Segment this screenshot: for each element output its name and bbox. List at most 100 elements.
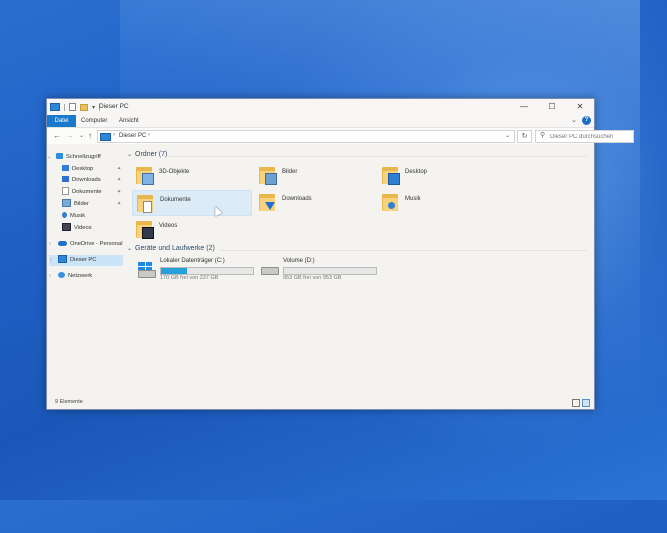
folder-tile[interactable]: Musik [378, 190, 496, 214]
sidebar-item-label: Desktop [72, 166, 94, 172]
sidebar-item-schnellzugriff[interactable]: ⌄ Schnellzugriff [47, 152, 101, 163]
expand-ribbon-icon[interactable]: ⌄ [571, 116, 577, 124]
documents-icon [62, 187, 69, 196]
refresh-button[interactable]: ↻ [517, 130, 532, 143]
tab-datei[interactable]: Datei [47, 115, 76, 127]
sidebar-item-onedrive[interactable]: › OneDrive - Personal [49, 239, 123, 250]
sidebar-item-dokumente[interactable]: Dokumente ✦ [62, 187, 124, 198]
sidebar-item-label: Dokumente [72, 189, 102, 195]
this-pc-icon [50, 103, 60, 111]
ribbon-tabs: Datei Computer Ansicht ⌄ ? [47, 115, 594, 128]
content-pane: ⌄ Ordner (7) 3D-Objekte Bilder Desktop Do… [127, 147, 592, 393]
hard-drive-icon [261, 262, 279, 275]
drive-tile[interactable]: Volume (D:) 953 GB frei von 953 GB [255, 257, 380, 283]
new-folder-icon[interactable] [80, 103, 88, 111]
this-pc-icon [100, 133, 111, 141]
folder-music-icon [382, 192, 398, 211]
sidebar-item-label: Musik [70, 213, 86, 219]
folder-videos-icon [136, 219, 154, 239]
network-icon [58, 272, 65, 279]
expand-icon[interactable]: › [49, 271, 51, 282]
recent-locations-icon[interactable]: ⌄ [79, 131, 84, 141]
explorer-window: ▾ Dieser PC — ☐ ✕ Datei Computer Ansicht… [46, 98, 634, 410]
breadcrumb-chevron-icon[interactable]: › [148, 132, 150, 138]
sidebar-item-desktop[interactable]: Desktop ✦ [62, 164, 124, 175]
minimize-button[interactable]: — [510, 99, 538, 115]
desktop-icon [62, 165, 69, 172]
pin-icon: ✦ [117, 166, 122, 172]
pictures-icon [62, 199, 71, 208]
sidebar-item-label: Downloads [72, 177, 101, 183]
chevron-down-icon[interactable]: ⌄ [127, 246, 132, 252]
maximize-button[interactable]: ☐ [538, 99, 566, 115]
downloads-icon [62, 176, 69, 183]
videos-icon [62, 223, 71, 232]
item-count: 9 Elemente [55, 399, 83, 405]
up-arrow-icon[interactable]: ↑ [88, 131, 92, 141]
sidebar-item-label: Dieser PC [70, 257, 97, 263]
expand-icon[interactable]: › [49, 239, 51, 250]
sidebar-item-musik[interactable]: Musik [62, 211, 85, 222]
address-history-icon[interactable]: ⌄ [505, 132, 510, 139]
sidebar-item-netzwerk[interactable]: › Netzwerk [49, 271, 92, 282]
drive-usage-bar [283, 267, 377, 275]
breadcrumb[interactable]: Dieser PC [119, 133, 146, 139]
chevron-down-icon[interactable]: ⌄ [127, 152, 132, 158]
sidebar-item-bilder[interactable]: Bilder ✦ [62, 199, 124, 210]
toolbar-divider [64, 103, 65, 111]
quick-access-toolbar: ▾ [50, 103, 101, 111]
drive-tile[interactable]: Lokaler Datenträger (C:) 170 GB frei von… [132, 257, 257, 283]
onedrive-icon [58, 240, 67, 246]
address-bar[interactable]: › Dieser PC › ⌄ [97, 130, 515, 143]
expand-icon[interactable]: › [50, 255, 52, 266]
details-view-icon[interactable] [572, 399, 580, 407]
star-icon [56, 153, 63, 160]
system-drive-icon [138, 262, 156, 278]
search-box[interactable]: ⚲ [535, 130, 634, 143]
group-header-geraete[interactable]: ⌄ Geräte und Laufwerke (2) [127, 245, 215, 252]
folder-pictures-icon [259, 165, 277, 185]
folder-desktop-icon [382, 165, 400, 185]
folder-tile[interactable]: Bilder [255, 163, 373, 187]
breadcrumb-chevron-icon[interactable]: › [113, 132, 115, 138]
folder-tile[interactable]: Downloads [255, 190, 373, 214]
group-divider [169, 156, 587, 157]
folder-documents-icon [137, 193, 153, 213]
pin-icon: ✦ [117, 201, 122, 207]
tab-computer[interactable]: Computer [75, 115, 113, 127]
address-row: ← → ⌄ ↑ › Dieser PC › ⌄ ↻ ⚲ [47, 128, 634, 144]
folder-downloads-icon [259, 192, 275, 211]
title-bar[interactable]: ▾ Dieser PC — ☐ ✕ [47, 99, 594, 115]
folder-3d-objects-icon [136, 165, 154, 185]
customize-toolbar-icon[interactable]: ▾ [92, 104, 95, 111]
sidebar-item-videos[interactable]: Videos [62, 223, 92, 234]
forward-arrow-icon[interactable]: → [66, 131, 74, 141]
folder-tile[interactable]: Desktop [378, 163, 496, 187]
drive-usage-fill [161, 268, 187, 274]
sidebar-item-label: Schnellzugriff [66, 154, 101, 160]
close-button[interactable]: ✕ [566, 99, 594, 115]
collapse-icon[interactable]: ⌄ [47, 152, 51, 163]
drive-usage-bar [160, 267, 254, 275]
this-pc-icon [58, 255, 67, 264]
properties-icon[interactable] [69, 103, 76, 111]
navigation-pane: ⌄ Schnellzugriff Desktop ✦ Downloads ✦ D… [47, 147, 125, 393]
search-input[interactable] [550, 131, 630, 142]
folder-tile[interactable]: 3D-Objekte [132, 163, 250, 187]
sidebar-item-label: Videos [74, 225, 92, 231]
group-header-ordner[interactable]: ⌄ Ordner (7) [127, 151, 167, 158]
sidebar-item-dieser-pc[interactable]: › Dieser PC [49, 255, 123, 266]
sidebar-item-downloads[interactable]: Downloads ✦ [62, 175, 124, 186]
pin-icon: ✦ [117, 189, 122, 195]
help-icon[interactable]: ? [582, 116, 591, 125]
large-icons-view-icon[interactable] [582, 399, 590, 407]
status-bar: 9 Elemente [47, 395, 594, 409]
tab-ansicht[interactable]: Ansicht [113, 115, 145, 127]
search-icon: ⚲ [540, 132, 546, 139]
back-arrow-icon[interactable]: ← [53, 131, 61, 141]
sidebar-item-label: Bilder [74, 201, 89, 207]
sidebar-item-label: OneDrive - Personal [70, 241, 123, 247]
group-divider [219, 250, 587, 251]
folder-tile[interactable]: Dokumente [132, 190, 252, 216]
folder-tile[interactable]: Videos [132, 217, 250, 241]
